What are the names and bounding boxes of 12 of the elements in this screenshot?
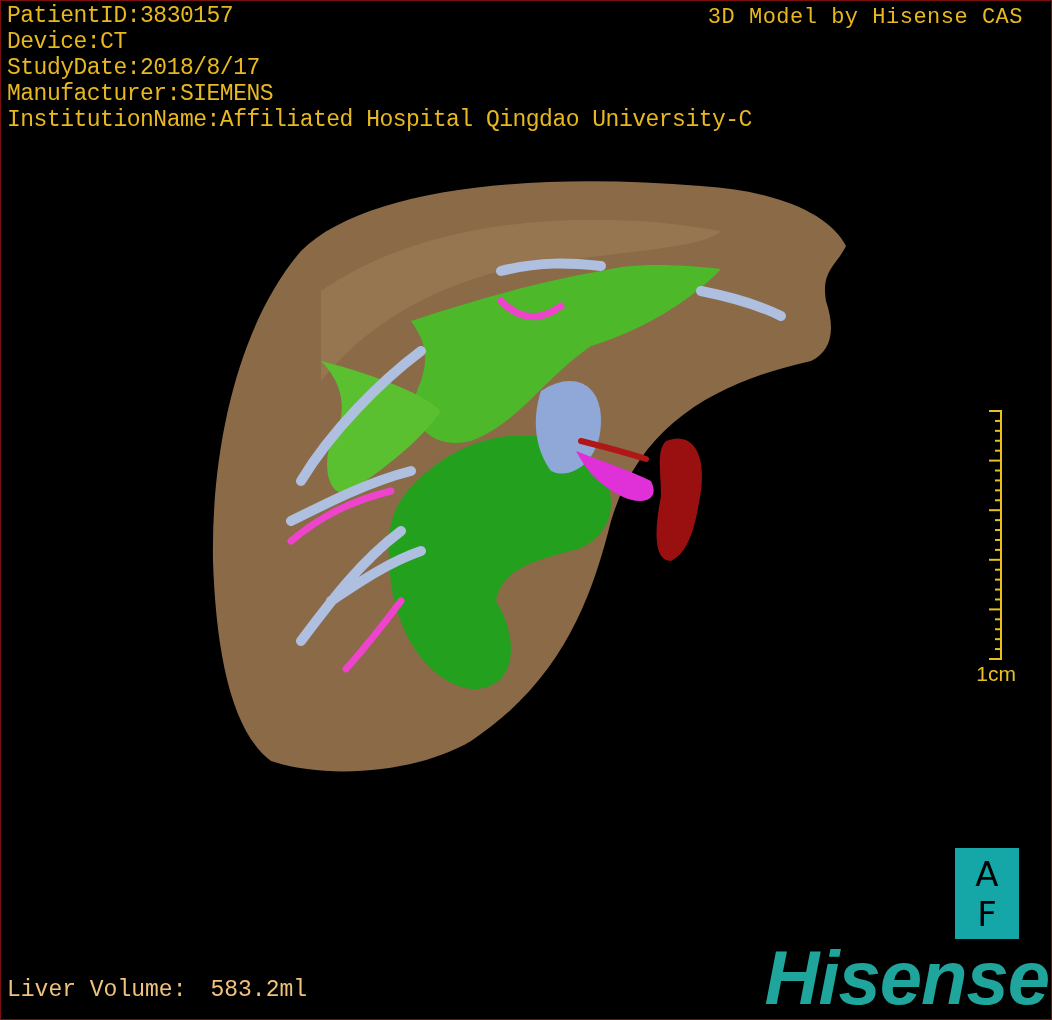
scale-label: 1cm: [976, 662, 1016, 686]
orientation-cube[interactable]: A F: [955, 848, 1019, 939]
patient-info-text: StudyDate:2018/8/17: [7, 55, 260, 81]
patient-info-text: Device:CT: [7, 29, 127, 55]
volume-label: Liver Volume:: [7, 977, 187, 1003]
volume-value: 583.2ml: [210, 977, 308, 1003]
orientation-label: A: [975, 853, 999, 894]
patient-info-text: Manufacturer:SIEMENS: [7, 81, 274, 107]
patient-info-text: InstitutionName:Affiliated Hospital Qingdao University-C: [7, 107, 752, 133]
credit-text: 3D Model by Hisense CAS: [707, 5, 1023, 30]
patient-info-text: PatientID:3830157: [7, 3, 234, 29]
orientation-label: F: [977, 893, 997, 934]
